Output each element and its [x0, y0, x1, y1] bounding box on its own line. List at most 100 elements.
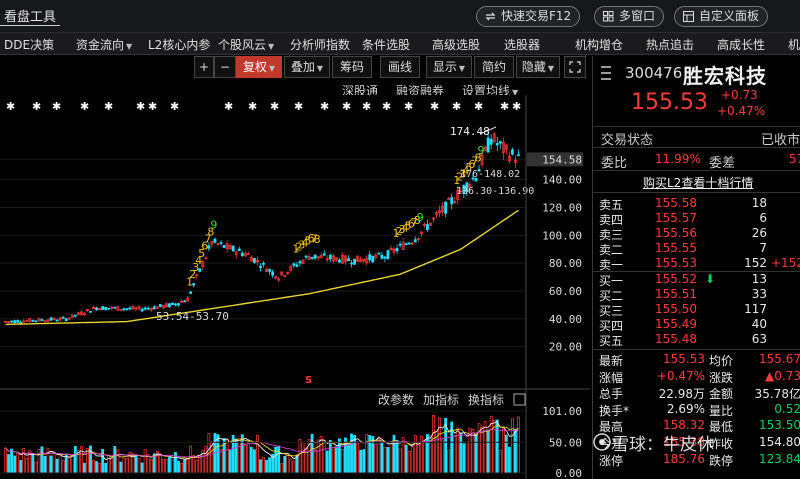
divider [593, 349, 800, 350]
candle [116, 306, 120, 311]
stat-value: 0.52 [774, 401, 800, 416]
stat-label: 量比 [709, 403, 734, 418]
volume-bar [486, 429, 490, 474]
volume-bar [395, 439, 399, 474]
switch-indicator-tab[interactable]: 换指标 [468, 392, 504, 407]
volume-bar [252, 449, 256, 474]
low-price-label: 53.54-53.70 [156, 310, 229, 323]
level-price: 155.55 [655, 241, 697, 255]
volume-bar [73, 446, 77, 474]
multi-window-button[interactable]: 多窗口 [594, 6, 665, 27]
volume-bar [43, 456, 47, 474]
l2-upgrade-link[interactable]: 购买L2查看十档行情 [643, 174, 753, 191]
quick-trade-button[interactable]: 快速交易F12 [476, 6, 581, 27]
candle-body [189, 291, 193, 294]
candle-body [328, 254, 332, 260]
sell-signal-marker: S [305, 375, 312, 386]
range-label-b: 136.30-136.90 [456, 186, 534, 197]
candle-body [259, 265, 262, 268]
candle-body [240, 252, 244, 256]
volume-bar [404, 444, 408, 474]
candle-body [125, 308, 129, 310]
candle [113, 306, 117, 309]
menu-more[interactable]: 机 [788, 36, 800, 53]
stat-label: 总手 [599, 387, 624, 402]
volume-bar [277, 445, 281, 474]
volume-bar [234, 438, 238, 474]
event-star-icon: ✱ [104, 100, 113, 113]
menu-condition-select[interactable]: 条件选股 [362, 36, 410, 53]
level-price: 155.51 [655, 287, 697, 301]
chip-button[interactable]: 筹码 [332, 56, 372, 78]
menu-advanced-select[interactable]: 高级选股 [432, 36, 480, 53]
zoom-in-button[interactable]: + [194, 56, 214, 78]
volume-bar [380, 442, 384, 474]
volume-bar [83, 462, 86, 474]
menu-stock-news[interactable]: 个股风云 ▼ [218, 36, 274, 53]
candle-body [262, 262, 265, 265]
chevron-down-icon: ▼ [547, 64, 555, 73]
volume-bar [140, 462, 144, 474]
candle-body [171, 302, 174, 305]
snowball-logo-icon [593, 433, 611, 451]
custom-panel-button[interactable]: 自定义面板 [674, 6, 769, 27]
volume-tick: 101.00 [542, 405, 582, 418]
volume-bar [362, 449, 366, 474]
menu-analyst-index[interactable]: 分析师指数 [290, 36, 350, 53]
candle-body [380, 254, 384, 259]
overlay-button[interactable]: 叠加 ▼ [284, 56, 330, 78]
event-star-icon: ✱ [342, 100, 351, 113]
stat-value: +0.47% [656, 368, 705, 383]
menu-high-growth[interactable]: 高成长性 [717, 36, 765, 53]
kline-chart[interactable]: ✱ ✱ ✱ ✱ ✱ ✱ ✱ ✱ ✱ ✱ ✱ ✱ ✱ ✱ ✱ ✱ ✱ ✱ ✱ ✱ ✱ ✱ 12345678912345678… [0, 95, 590, 479]
stat-label: 涨跌 [709, 370, 734, 385]
menu-hotspot[interactable]: 热点追击 [646, 36, 694, 53]
menu-icon[interactable] [601, 66, 611, 80]
menu-stock-screener[interactable]: 选股器 [504, 36, 540, 53]
level-price: 155.57 [655, 211, 697, 225]
fullscreen-button[interactable] [564, 56, 586, 78]
candle [429, 222, 432, 227]
volume-tick: 50.00 [549, 436, 582, 449]
candle-body [140, 309, 144, 312]
candle-body [313, 254, 317, 259]
draw-line-button[interactable]: 画线 [380, 56, 420, 78]
stat-value: 155.53 [663, 352, 705, 366]
price-tick: 100.00 [542, 229, 582, 242]
stat-row: 涨幅 +0.47% 涨跌 ▲0.73 [593, 369, 800, 385]
menu-l2-insight[interactable]: L2核心内参 [148, 36, 210, 53]
level-volume: 152 [744, 256, 767, 270]
menu-fund-flow[interactable]: 资金流向 ▼ [76, 36, 132, 53]
edit-params-tab[interactable]: 改参数 [378, 392, 414, 407]
candle [171, 302, 174, 305]
fuquan-button[interactable]: 复权 ▼ [236, 56, 282, 78]
event-star-icon: ✱ [474, 100, 483, 113]
event-star-icon: ✱ [430, 100, 439, 113]
candle-body [517, 154, 520, 157]
candle-body [383, 256, 387, 259]
menu-institution[interactable]: 机构增仓 [575, 36, 623, 53]
divider [593, 170, 800, 171]
add-indicator-tab[interactable]: 加指标 [423, 392, 459, 407]
candle-body [495, 142, 499, 146]
level-price: 155.49 [655, 317, 697, 331]
app-title[interactable]: 看盘工具 [0, 6, 61, 26]
volume-bar [228, 450, 232, 474]
candle-body [219, 242, 223, 244]
stat-value: ▲0.73 [765, 368, 800, 383]
hide-button[interactable]: 隐藏 ▼ [516, 56, 560, 78]
zoom-out-button[interactable]: − [214, 56, 236, 78]
volume-bar [216, 434, 220, 474]
volume-bar [95, 461, 98, 474]
level-delta: +152 [771, 256, 800, 270]
level-volume: 18 [751, 196, 767, 210]
candle-body [271, 271, 275, 276]
chart-toolbar: + − 复权 ▼ 叠加 ▼ 筹码 画线 显示 ▼ 简约 隐藏 ▼ [0, 56, 590, 78]
menu-dde[interactable]: DDE决策 [4, 36, 54, 53]
candle [356, 255, 360, 262]
candle-body [498, 141, 502, 144]
display-button[interactable]: 显示 ▼ [426, 56, 472, 78]
candle-body [353, 258, 356, 265]
simple-mode-button[interactable]: 简约 [474, 56, 514, 78]
td-count-label: 9 [478, 144, 485, 157]
